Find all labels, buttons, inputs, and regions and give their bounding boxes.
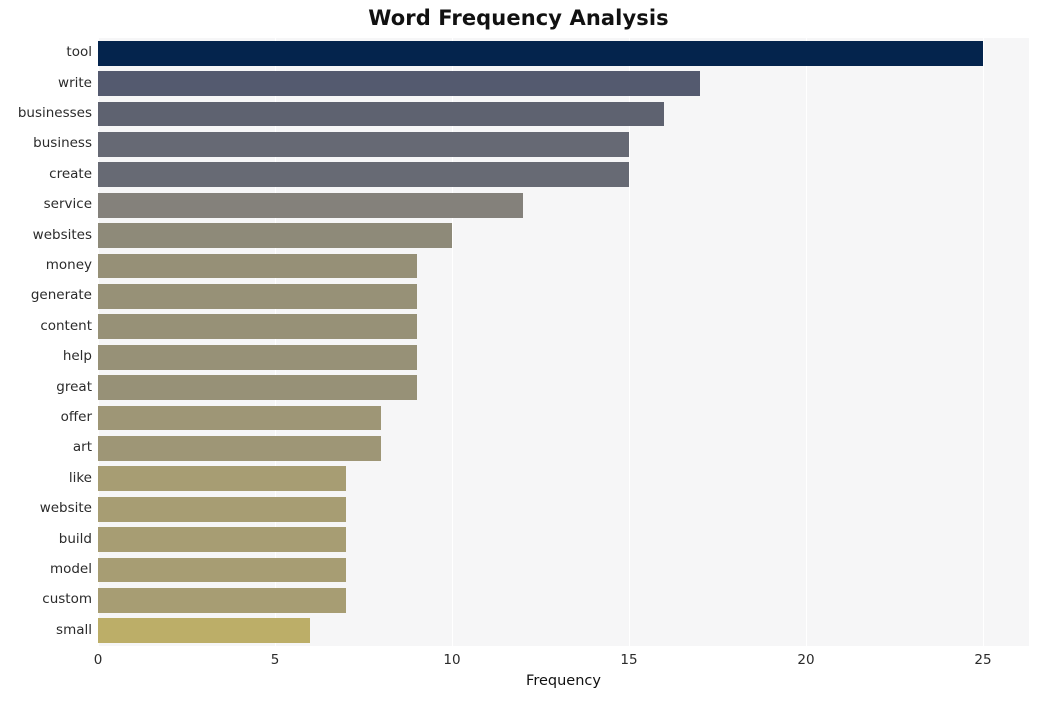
bar-offer — [98, 405, 382, 431]
bar-row — [98, 314, 1029, 340]
bar-art — [98, 435, 382, 461]
y-tick-label-like: like — [68, 469, 92, 486]
x-tick-label-5: 5 — [270, 652, 280, 668]
bar-row — [98, 223, 1029, 249]
y-tick-label-create: create — [49, 165, 92, 182]
bar-row — [98, 618, 1029, 644]
bar-websites — [98, 223, 452, 249]
bar-row — [98, 344, 1029, 370]
y-tick-label-write: write — [58, 74, 92, 91]
x-tick-label-10: 10 — [443, 652, 461, 668]
bar-row — [98, 71, 1029, 97]
y-axis-tick-labels: tool write businesses business create service… — [0, 38, 92, 646]
y-tick-label-service: service — [43, 196, 92, 213]
bar-help — [98, 344, 417, 370]
bar-row — [98, 405, 1029, 431]
gridline-x-0 — [98, 38, 100, 646]
bar-row — [98, 375, 1029, 401]
y-tick-label-tool: tool — [66, 44, 92, 61]
bar-row — [98, 283, 1029, 309]
y-tick-label-model: model — [49, 561, 92, 577]
x-tick-label-15: 15 — [620, 652, 638, 668]
y-tick-label-small: small — [56, 621, 92, 638]
y-tick-label-money: money — [45, 257, 92, 273]
bar-like — [98, 466, 346, 492]
bar-custom — [98, 587, 346, 613]
gridline-x-25 — [982, 38, 985, 646]
gridline-x-10 — [451, 38, 454, 646]
y-tick-label-websites: websites — [32, 226, 92, 243]
bar-small — [98, 618, 311, 644]
bar-generate — [98, 283, 417, 309]
bar-businesses — [98, 101, 665, 127]
y-tick-label-art: art — [72, 439, 92, 456]
y-tick-label-generate: generate — [30, 287, 92, 304]
bar-money — [98, 253, 417, 279]
gridline-x-5 — [274, 38, 277, 646]
bar-row — [98, 101, 1029, 127]
bar-service — [98, 192, 523, 218]
bar-business — [98, 131, 629, 157]
y-tick-label-website: website — [39, 500, 92, 517]
bar-row — [98, 587, 1029, 613]
x-axis-label: Frequency — [526, 673, 601, 689]
y-tick-label-business: business — [33, 135, 92, 152]
y-tick-label-custom: custom — [42, 591, 92, 608]
bar-row — [98, 496, 1029, 522]
bar-row — [98, 40, 1029, 66]
bar-write — [98, 71, 700, 97]
bar-row — [98, 131, 1029, 157]
bar-tool — [98, 40, 983, 66]
gridline-x-15 — [628, 38, 631, 646]
bar-model — [98, 557, 346, 583]
bar-website — [98, 496, 346, 522]
bar-content — [98, 314, 417, 340]
y-tick-label-businesses: businesses — [17, 105, 92, 121]
chart-figure: Word Frequency Analysis tool write busines… — [0, 0, 1037, 701]
y-tick-label-content: content — [40, 317, 92, 334]
plot-area — [98, 38, 1029, 646]
x-axis-tick-labels: 0 5 10 15 20 25 — [0, 646, 1037, 676]
bar-great — [98, 375, 417, 401]
bar-row — [98, 253, 1029, 279]
y-tick-label-great: great — [56, 378, 92, 395]
y-tick-label-build: build — [58, 530, 92, 547]
bar-row — [98, 435, 1029, 461]
chart-title: Word Frequency Analysis — [368, 6, 669, 30]
x-tick-label-0: 0 — [93, 652, 103, 668]
y-tick-label-offer: offer — [60, 409, 92, 425]
y-tick-label-help: help — [62, 348, 92, 365]
gridline-x-20 — [805, 38, 808, 646]
x-tick-label-25: 25 — [974, 652, 992, 668]
bar-row — [98, 557, 1029, 583]
bar-row — [98, 466, 1029, 492]
bar-build — [98, 527, 346, 553]
bar-row — [98, 192, 1029, 218]
bar-row — [98, 527, 1029, 553]
bar-row — [98, 162, 1029, 188]
bar-create — [98, 162, 629, 188]
x-tick-label-20: 20 — [797, 652, 815, 668]
